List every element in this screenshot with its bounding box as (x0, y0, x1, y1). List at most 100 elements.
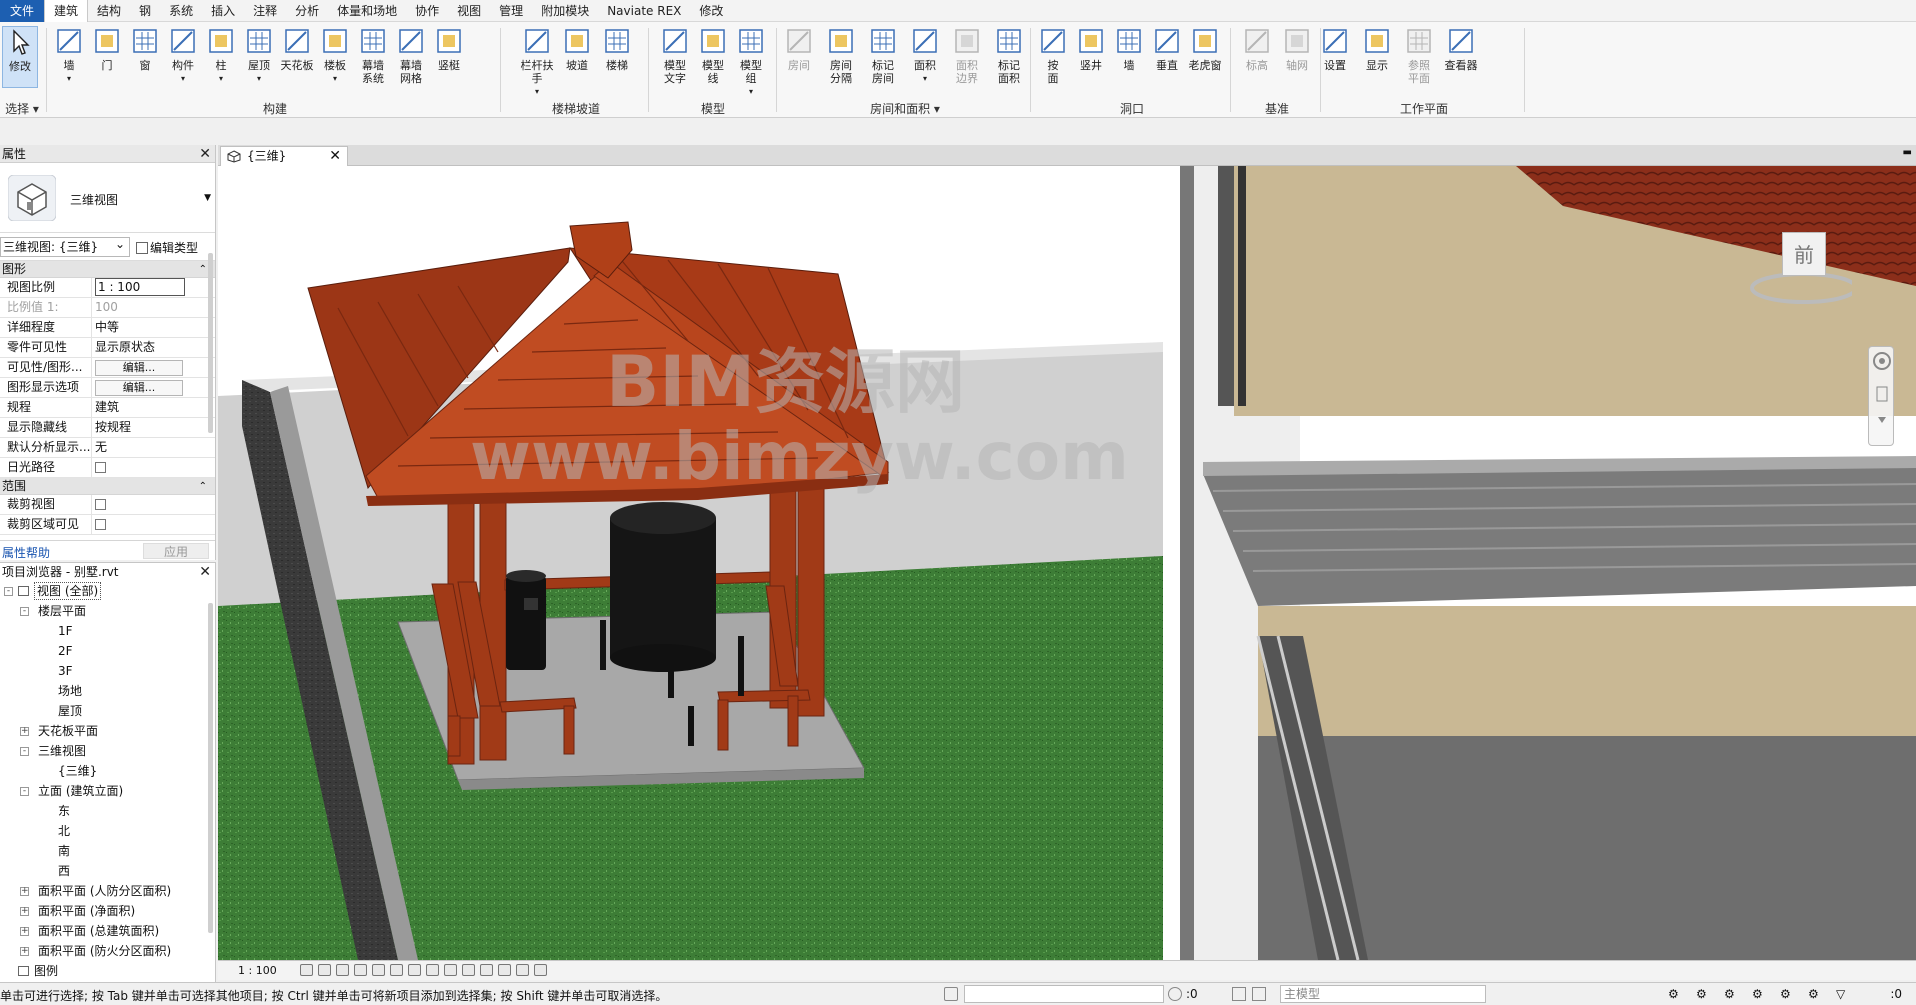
collapse-icon[interactable]: - (20, 747, 29, 756)
crop-view-icon[interactable] (390, 964, 403, 976)
room-separator-button[interactable]: 房间 分隔 (822, 26, 860, 85)
viewcube-front-face[interactable]: 前 (1782, 232, 1826, 276)
property-value[interactable]: 显示原状态 (92, 338, 215, 357)
tree-item[interactable]: 东 (0, 801, 215, 821)
properties-scrollbar[interactable] (208, 253, 213, 433)
view-scale-input[interactable]: 1 : 100 (95, 278, 185, 296)
constraints-icon[interactable] (534, 964, 547, 976)
close-icon[interactable]: ✕ (199, 563, 211, 581)
detail-level-icon[interactable] (300, 964, 313, 976)
expand-icon[interactable]: + (20, 947, 29, 956)
checkbox[interactable] (95, 519, 106, 530)
tree-item[interactable]: - 三维视图 (0, 741, 215, 761)
checkbox[interactable] (95, 499, 106, 510)
property-value[interactable] (92, 458, 215, 477)
set-workplane-button[interactable]: 设置 (1316, 26, 1354, 72)
vertical-button[interactable]: 垂直 (1148, 26, 1186, 72)
ceiling-button[interactable]: 天花板 (278, 26, 316, 72)
select-dropdown[interactable]: 选择 ▾ (2, 100, 42, 117)
close-icon[interactable]: ✕ (329, 147, 341, 166)
tree-item[interactable]: + 天花板平面 (0, 721, 215, 741)
select-by-face-icon[interactable]: ⚙ (1752, 987, 1766, 1001)
chevron-down-icon[interactable]: ▾ (732, 85, 770, 98)
menu-tab[interactable]: 系统 (160, 0, 202, 22)
tree-item[interactable]: 1F (0, 621, 215, 641)
expand-icon[interactable]: + (20, 927, 29, 936)
view-instance-select[interactable]: 三维视图: {三维} (0, 235, 130, 257)
model-line-button[interactable]: 模型 线 (694, 26, 732, 85)
ramp-button[interactable]: 坡道 (558, 26, 596, 72)
view-scale[interactable]: 1 : 100 (238, 964, 277, 977)
lock-view-icon[interactable] (426, 964, 439, 976)
roof-button[interactable]: 屋顶 ▾ (240, 26, 278, 85)
edit-button[interactable]: 编辑... (95, 380, 183, 396)
highlight-displacement-icon[interactable] (498, 964, 511, 976)
window-button[interactable]: 窗 (126, 26, 164, 72)
railing-button[interactable]: 栏杆扶手 ▾ (518, 26, 556, 98)
ref-plane-button[interactable]: 参照 平面 (1400, 26, 1438, 85)
level-button[interactable]: 标高 (1238, 26, 1276, 72)
chevron-down-icon[interactable]: ▼ (204, 193, 211, 203)
room-button[interactable]: 房间 (780, 26, 818, 72)
grid-button[interactable]: 轴网 (1278, 26, 1316, 72)
model-text-button[interactable]: 模型 文字 (656, 26, 694, 85)
tree-item[interactable]: 2F (0, 641, 215, 661)
tab-3d-view[interactable]: {三维} ✕ (220, 146, 348, 166)
model-group-button[interactable]: 模型 组 ▾ (732, 26, 770, 98)
menu-tab[interactable]: Naviate REX (598, 0, 690, 22)
curtain-grid-button[interactable]: 幕墙 网格 (392, 26, 430, 85)
chevron-down-icon[interactable]: ▾ (906, 72, 944, 85)
reveal-hidden-icon[interactable] (462, 964, 475, 976)
menu-tab[interactable]: 体量和场地 (328, 0, 406, 22)
chevron-down-icon[interactable]: ▾ (164, 72, 202, 85)
worksharing-icon[interactable] (480, 964, 493, 976)
tree-item[interactable]: + 面积平面 (总建筑面积) (0, 921, 215, 941)
tree-item[interactable]: 北 (0, 821, 215, 841)
tree-item[interactable]: 屋顶 (0, 701, 215, 721)
tree-item[interactable]: 3F (0, 661, 215, 681)
shaft-button[interactable]: 竖井 (1072, 26, 1110, 72)
select-underlay-icon[interactable]: ⚙ (1696, 987, 1710, 1001)
property-value[interactable]: 编辑... (92, 378, 215, 397)
tabs-menu-icon[interactable]: ▬ (1903, 147, 1912, 158)
design-options-icon[interactable] (1232, 987, 1246, 1001)
chevron-down-icon[interactable]: ▾ (240, 72, 278, 85)
menu-tab[interactable]: 注释 (244, 0, 286, 22)
properties-help-link[interactable]: 属性帮助 (2, 544, 50, 561)
room-area-panel-label[interactable]: 房间和面积 ▾ (780, 100, 1030, 117)
column-button[interactable]: 柱 ▾ (202, 26, 240, 85)
show-workplane-button[interactable]: 显示 (1358, 26, 1396, 72)
curtain-system-button[interactable]: 幕墙 系统 (354, 26, 392, 85)
edit-button[interactable]: 编辑... (95, 360, 183, 376)
opening-wall-button[interactable]: 墙 (1110, 26, 1148, 72)
property-value[interactable]: 编辑... (92, 358, 215, 377)
collapse-icon[interactable]: - (20, 607, 29, 616)
door-button[interactable]: 门 (88, 26, 126, 72)
3d-viewport[interactable]: BIM资源网 www.bimzyw.com 前 (218, 166, 1916, 960)
browser-scrollbar[interactable] (208, 603, 213, 933)
menu-tab[interactable]: 钢 (130, 0, 160, 22)
property-value[interactable]: 中等 (92, 318, 215, 337)
graphics-group-header[interactable]: 图形 ⌃ (0, 261, 215, 278)
expand-icon[interactable]: + (20, 727, 29, 736)
modify-button[interactable]: 修改 (2, 26, 38, 88)
area-button[interactable]: 面积 ▾ (906, 26, 944, 85)
tree-item[interactable]: 场地 (0, 681, 215, 701)
tree-item[interactable]: + 面积平面 (净面积) (0, 901, 215, 921)
property-value[interactable]: 按规程 (92, 418, 215, 437)
property-value[interactable]: 无 (92, 438, 215, 457)
collapse-icon[interactable]: - (4, 587, 13, 596)
type-selector[interactable]: 三维视图 ▼ (0, 163, 215, 233)
expand-icon[interactable]: + (20, 887, 29, 896)
tree-item[interactable]: 图例 (0, 961, 215, 981)
property-value[interactable] (92, 495, 215, 514)
analytical-model-icon[interactable] (516, 964, 529, 976)
visual-style-icon[interactable] (318, 964, 331, 976)
apply-button[interactable]: 应用 (143, 543, 209, 559)
chevron-down-icon[interactable]: ▾ (50, 72, 88, 85)
menu-tab[interactable]: 修改 (690, 0, 732, 22)
tree-item[interactable]: - 视图 (全部) (0, 581, 215, 601)
drag-elements-icon[interactable]: ⚙ (1780, 987, 1794, 1001)
collapse-icon[interactable]: - (20, 787, 29, 796)
tree-item[interactable]: + 面积平面 (防火分区面积) (0, 941, 215, 961)
